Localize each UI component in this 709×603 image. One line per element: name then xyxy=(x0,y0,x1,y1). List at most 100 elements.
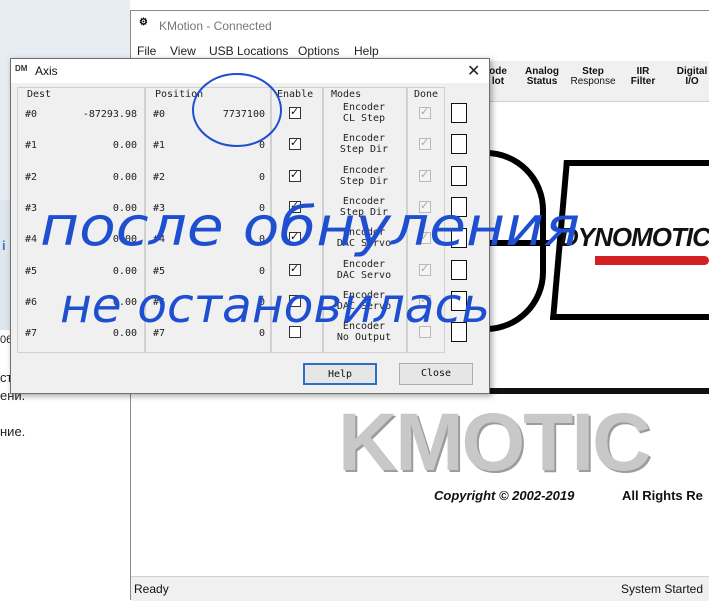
position-axis-label: #0 xyxy=(153,109,166,120)
modes-group xyxy=(323,87,407,353)
axis-done-button[interactable] xyxy=(451,260,467,280)
menu-file[interactable]: File xyxy=(137,44,156,58)
axis-dialog[interactable]: DM Axis ✕ Dest Position Enable Modes Don… xyxy=(10,58,490,394)
position-value: 0 xyxy=(258,234,265,245)
enable-group xyxy=(271,87,323,353)
enable-checkbox[interactable] xyxy=(289,136,301,150)
position-axis-label: #1 xyxy=(153,140,166,151)
mode-label: Encoder Step Dir xyxy=(326,133,402,155)
menu-help[interactable]: Help xyxy=(354,44,379,58)
rights-text: All Rights Re xyxy=(622,488,703,503)
axis-done-button[interactable] xyxy=(451,134,467,154)
dest-axis-label: #4 xyxy=(25,234,38,245)
dest-header: Dest xyxy=(27,89,52,100)
position-value: 7737100 xyxy=(222,109,265,120)
toolbar-digital-io-button[interactable]: Digital I/O xyxy=(671,67,709,87)
close-button[interactable]: Close xyxy=(399,363,473,385)
mode-line: DAC Servo xyxy=(336,301,392,312)
enable-checkbox[interactable] xyxy=(289,262,301,276)
mode-label: Encoder No Output xyxy=(326,321,402,343)
mode-line: Step Dir xyxy=(339,144,389,155)
axis-done-button[interactable] xyxy=(451,228,467,248)
position-value: 0 xyxy=(258,266,265,277)
toolbar-label: Filter xyxy=(630,76,656,87)
close-icon[interactable]: ✕ xyxy=(467,61,480,81)
dest-value: -87293.98 xyxy=(82,109,137,120)
mode-label: Encoder Step Dir xyxy=(326,196,402,218)
dest-axis-label: #5 xyxy=(25,266,38,277)
mode-line: Encoder xyxy=(342,259,386,270)
done-checkbox xyxy=(419,293,431,307)
status-left: Ready xyxy=(134,582,169,596)
mode-line: Encoder xyxy=(342,227,386,238)
done-checkbox xyxy=(419,326,431,338)
help-button[interactable]: Help xyxy=(303,363,377,385)
dest-value: 0.00 xyxy=(112,203,137,214)
toolbar-iir-filter-button[interactable]: IIR Filter xyxy=(625,67,661,87)
position-axis-label: #6 xyxy=(153,297,166,308)
done-group xyxy=(407,87,445,353)
mode-label: Encoder Step Dir xyxy=(326,165,402,187)
dest-axis-label: #2 xyxy=(25,172,38,183)
dm-icon: DM xyxy=(15,64,28,73)
done-checkbox xyxy=(419,105,431,119)
enable-checkbox[interactable] xyxy=(289,230,301,244)
position-value: 0 xyxy=(258,140,265,151)
menu-view[interactable]: View xyxy=(170,44,196,58)
toolbar-label: I/O xyxy=(685,76,699,87)
axis-done-button[interactable] xyxy=(451,197,467,217)
axis-titlebar[interactable]: DM Axis ✕ xyxy=(11,59,489,83)
toolbar-step-response-button[interactable]: Step Response xyxy=(569,67,617,87)
mode-line: Encoder xyxy=(342,321,386,332)
done-checkbox xyxy=(419,168,431,182)
mode-line: Encoder xyxy=(342,290,386,301)
mode-line: Encoder xyxy=(342,133,386,144)
axis-done-button[interactable] xyxy=(451,291,467,311)
menu-options[interactable]: Options xyxy=(298,44,339,58)
dest-group xyxy=(17,87,145,353)
status-right: System Started xyxy=(621,582,704,596)
toolbar-label: Status xyxy=(526,76,558,87)
done-checkbox xyxy=(419,199,431,213)
axis-done-button[interactable] xyxy=(451,103,467,123)
enable-checkbox[interactable] xyxy=(289,293,301,307)
logo-text: DYNOMOTIC xyxy=(560,222,709,252)
done-checkbox xyxy=(419,262,431,276)
done-checkbox xyxy=(419,136,431,150)
kmotion-titlebar[interactable]: ⚙ KMotion - Connected xyxy=(131,11,709,41)
window-title: KMotion - Connected xyxy=(159,19,272,33)
enable-checkbox[interactable] xyxy=(289,326,301,338)
mode-label: Encoder DAC Servo xyxy=(326,290,402,312)
position-value: 0 xyxy=(258,203,265,214)
dest-value: 0.00 xyxy=(112,234,137,245)
background-fragment: ние. xyxy=(0,424,26,439)
menu-usb-locations[interactable]: USB Locations xyxy=(209,44,288,58)
dest-axis-label: #7 xyxy=(25,328,38,339)
mode-line: DAC Servo xyxy=(336,238,392,249)
modes-header: Modes xyxy=(331,89,362,100)
position-group xyxy=(145,87,271,353)
axis-done-button[interactable] xyxy=(451,166,467,186)
position-axis-label: #7 xyxy=(153,328,166,339)
position-axis-label: #4 xyxy=(153,234,166,245)
status-bar: Ready System Started xyxy=(131,576,709,601)
done-checkbox xyxy=(419,230,431,244)
mode-line: Encoder xyxy=(342,165,386,176)
mode-line: Step Dir xyxy=(339,207,389,218)
mode-line: Encoder xyxy=(342,102,386,113)
mode-line: DAC Servo xyxy=(336,270,392,281)
done-header: Done xyxy=(414,89,439,100)
mode-label: Encoder CL Step xyxy=(326,102,402,124)
mode-label: Encoder DAC Servo xyxy=(326,227,402,249)
axis-done-button[interactable] xyxy=(451,322,467,342)
enable-checkbox[interactable] xyxy=(289,105,301,119)
mode-line: CL Step xyxy=(342,113,386,124)
dialog-title: Axis xyxy=(35,64,58,78)
mode-line: No Output xyxy=(336,332,392,343)
enable-checkbox[interactable] xyxy=(289,199,301,213)
toolbar-label: Response xyxy=(570,76,616,87)
toolbar-analog-status-button[interactable]: Analog Status xyxy=(521,67,563,87)
dest-axis-label: #6 xyxy=(25,297,38,308)
enable-checkbox[interactable] xyxy=(289,168,301,182)
mode-label: Encoder DAC Servo xyxy=(326,259,402,281)
